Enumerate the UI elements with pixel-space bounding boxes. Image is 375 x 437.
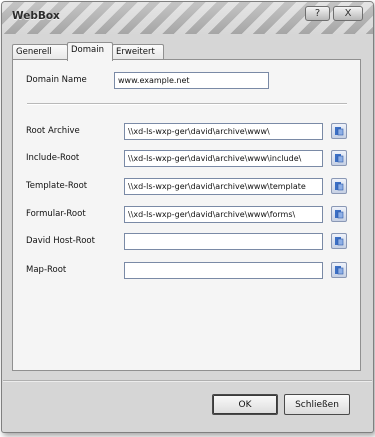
formular-root-label: Formular-Root bbox=[26, 209, 86, 219]
root-archive-label: Root Archive bbox=[26, 126, 80, 136]
tab-erweitert[interactable]: Erweitert bbox=[112, 44, 164, 60]
tab-domain[interactable]: Domain bbox=[67, 42, 113, 61]
folder-browse-icon bbox=[335, 266, 344, 275]
map-root-label: Map-Root bbox=[26, 265, 67, 275]
domain-name-input[interactable]: www.example.net bbox=[114, 72, 269, 89]
root-archive-input[interactable]: \\xd-ls-wxp-ger\david\archive\www\ bbox=[124, 123, 323, 140]
footer-separator bbox=[3, 380, 372, 382]
separator bbox=[27, 103, 347, 105]
domain-name-label: Domain Name bbox=[26, 75, 87, 85]
window-title: WebBox bbox=[12, 10, 60, 22]
david-host-root-label: David Host-Root bbox=[26, 236, 95, 246]
dialog-window: WebBox ? X Generell Domain Erweitert Dom… bbox=[1, 1, 374, 433]
david-host-root-browse-button[interactable] bbox=[331, 233, 347, 249]
help-button[interactable]: ? bbox=[305, 6, 330, 21]
template-root-browse-button[interactable] bbox=[331, 178, 347, 194]
david-host-root-input[interactable] bbox=[124, 233, 323, 250]
domain-panel: Domain Name www.example.net Root Archive… bbox=[12, 59, 361, 371]
close-window-button[interactable]: X bbox=[333, 6, 363, 21]
formular-root-browse-button[interactable] bbox=[331, 206, 347, 222]
close-button[interactable]: Schließen bbox=[284, 394, 350, 415]
template-root-input[interactable]: \\xd-ls-wxp-ger\david\archive\www\templa… bbox=[124, 178, 323, 195]
title-bar[interactable]: WebBox ? X bbox=[2, 2, 373, 34]
folder-browse-icon bbox=[335, 210, 344, 219]
map-root-browse-button[interactable] bbox=[331, 262, 347, 278]
folder-browse-icon bbox=[335, 237, 344, 246]
include-root-input[interactable]: \\xd-ls-wxp-ger\david\archive\www\includ… bbox=[124, 150, 323, 167]
root-archive-browse-button[interactable] bbox=[331, 123, 347, 139]
folder-browse-icon bbox=[335, 182, 344, 191]
tab-generell[interactable]: Generell bbox=[12, 44, 68, 60]
folder-browse-icon bbox=[335, 154, 344, 163]
include-root-browse-button[interactable] bbox=[331, 150, 347, 166]
ok-button[interactable]: OK bbox=[212, 394, 278, 415]
include-root-label: Include-Root bbox=[26, 153, 80, 163]
close-icon: X bbox=[344, 7, 352, 19]
formular-root-input[interactable]: \\xd-ls-wxp-ger\david\archive\www\forms\ bbox=[124, 206, 323, 223]
folder-browse-icon bbox=[335, 127, 344, 136]
map-root-input[interactable] bbox=[124, 262, 323, 279]
template-root-label: Template-Root bbox=[26, 181, 88, 191]
help-icon: ? bbox=[314, 7, 321, 19]
